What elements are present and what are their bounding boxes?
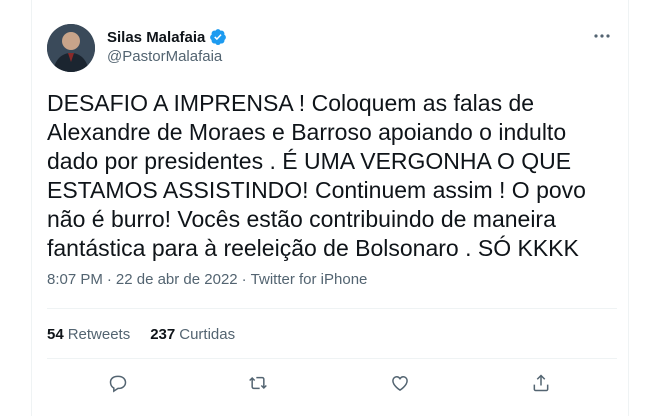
meta-separator: · [106,271,112,288]
author-handle[interactable]: @PastorMalafaia [107,48,222,65]
divider-top [47,308,617,309]
tweet-stats: 54 Retweets 237 Curtidas [47,326,235,343]
retweets-label: Retweets [67,326,131,343]
retweets-stat[interactable]: 54 Retweets [47,326,130,343]
likes-label: Curtidas [179,326,236,343]
meta-separator-2: · [241,271,247,288]
divider-bottom [47,358,617,359]
retweets-count: 54 [47,326,64,343]
tweet-date[interactable]: 22 de abr de 2022 [116,271,238,288]
share-icon[interactable] [529,371,553,395]
left-border [31,0,32,416]
verified-badge-icon [209,28,227,46]
likes-count: 237 [150,326,176,343]
avatar[interactable] [47,24,95,72]
tweet-text: DESAFIO A IMPRENSA ! Coloquem as falas d… [47,90,586,261]
author-display-name[interactable]: Silas Malafaia [107,29,205,46]
tweet-source[interactable]: Twitter for iPhone [251,271,368,288]
likes-stat[interactable]: 237 Curtidas [150,326,235,343]
tweet-time[interactable]: 8:07 PM [47,271,103,288]
tweet-meta: 8:07 PM · 22 de abr de 2022 · Twitter fo… [47,271,367,288]
author-name-row[interactable]: Silas Malafaia [107,27,227,47]
more-icon[interactable] [590,26,614,46]
avatar-image [47,24,95,72]
like-icon[interactable] [388,371,412,395]
right-border [628,0,629,416]
tweet-card: Silas Malafaia @PastorMalafaia DESAFIO A… [0,0,651,416]
retweet-icon[interactable] [246,371,270,395]
reply-icon[interactable] [106,371,130,395]
